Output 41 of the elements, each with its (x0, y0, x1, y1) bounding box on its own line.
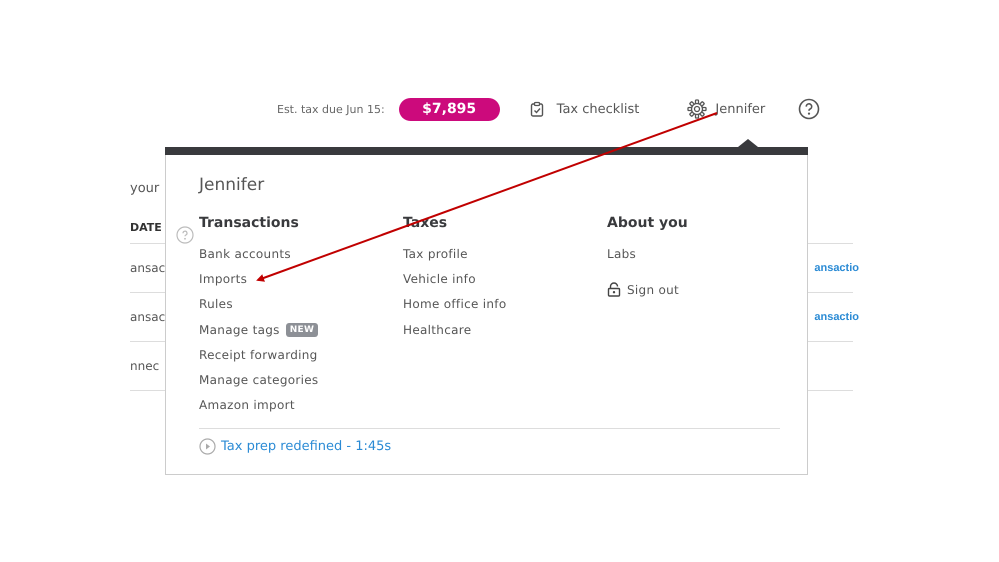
table-cell: nnec (130, 359, 160, 373)
user-name: Jennifer (715, 102, 766, 116)
column-header: DATE (130, 221, 162, 234)
menu-caret (738, 139, 758, 147)
menu-item[interactable]: Receipt forwarding (199, 342, 318, 368)
settings-icon (687, 99, 708, 119)
transactions-link[interactable]: ansactio (814, 311, 859, 323)
menu-item[interactable]: Bank accounts (199, 241, 291, 266)
menu-item-label: Manage tags (199, 322, 280, 337)
menu-item[interactable]: Amazon import (199, 392, 295, 418)
help-button[interactable] (798, 98, 820, 120)
menu-item[interactable]: Manage tags NEW (199, 316, 318, 342)
video-link-label: Tax prep redefined - 1:45s (221, 439, 392, 454)
table-cell: ansac (130, 261, 166, 275)
menu-item-label: Sign out (627, 282, 680, 297)
user-menu[interactable]: Jennifer (687, 99, 766, 119)
lock-icon (607, 282, 621, 298)
menu-title: Jennifer (199, 175, 266, 195)
menu-item[interactable]: Home office info (403, 292, 506, 317)
tax-due-label: Est. tax due Jun 15: (277, 102, 385, 116)
menu-item[interactable]: Imports (199, 266, 248, 292)
play-icon (199, 438, 216, 455)
tax-amount-button[interactable]: $7,895 (398, 98, 500, 120)
menu-item[interactable]: Healthcare (403, 316, 472, 342)
new-badge: NEW (286, 322, 318, 337)
tax-checklist-link[interactable]: Tax checklist (528, 101, 640, 117)
menu-item[interactable]: Rules (199, 292, 233, 317)
table-cell: ansac (130, 310, 166, 324)
menu-heading: Transactions (199, 215, 299, 231)
menu-heading: About you (607, 215, 688, 231)
menu-item[interactable]: Manage categories (199, 367, 318, 393)
intro-text: your (130, 181, 160, 198)
menu-item[interactable]: Vehicle info (403, 266, 476, 292)
menu-item[interactable]: Tax profile (403, 241, 468, 266)
clipboard-icon (528, 101, 545, 117)
transactions-link[interactable]: ansactio (814, 262, 859, 274)
link-label: Tax checklist (556, 102, 640, 116)
video-link[interactable]: Tax prep redefined - 1:45s (199, 438, 392, 455)
menu-item[interactable]: Sign out (607, 277, 680, 303)
menu-item[interactable]: Labs (607, 241, 636, 266)
help-icon (798, 98, 820, 120)
